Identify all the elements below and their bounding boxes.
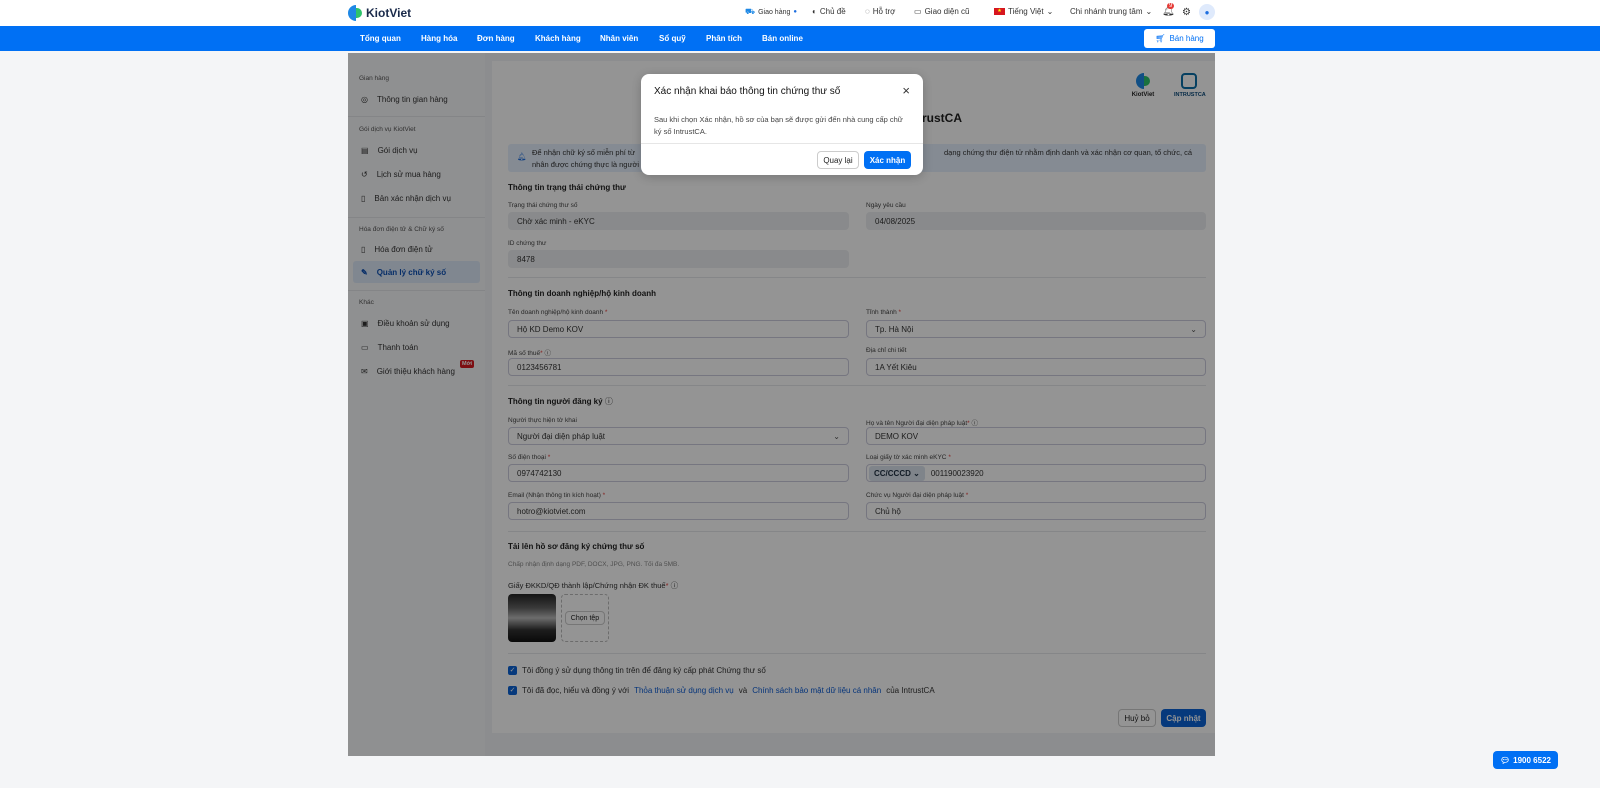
kiotviet-logo[interactable]: KiotViet [348, 5, 411, 21]
cart-icon: 🛒︎ [1155, 34, 1166, 43]
sell-button[interactable]: 🛒︎ Bán hàng [1144, 29, 1215, 48]
user-icon: ● [1204, 7, 1210, 17]
chat-bubble-icon: 💬︎ [1500, 755, 1511, 765]
nav-so-quy[interactable]: Sổ quỹ [659, 34, 686, 43]
kiotviet-logo-icon [348, 5, 362, 21]
nav-hang-hoa[interactable]: Hàng hóa [421, 34, 457, 43]
settings-button[interactable]: ⚙ [1182, 7, 1191, 18]
nav-khach-hang[interactable]: Khách hàng [535, 34, 581, 43]
nav-tong-quan[interactable]: Tổng quan [360, 34, 401, 43]
main-nav: Tổng quan Hàng hóa Đơn hàng Khách hàng N… [0, 26, 1600, 51]
support-link[interactable]: ◌ Hỗ trợ [865, 7, 895, 16]
language-select[interactable]: ★ Tiếng Việt ⌄ [994, 7, 1053, 16]
notification-button[interactable]: 🔔︎ 9 [1162, 3, 1175, 17]
theme-link[interactable]: ◐ Chủ đề [812, 7, 846, 16]
chevron-down-icon: ⌄ [1145, 7, 1153, 16]
avatar[interactable]: ● [1199, 4, 1215, 20]
shipping-link[interactable]: ⛟ Giao hàng ● [745, 7, 797, 17]
confirm-modal: Xác nhận khai báo thông tin chứng thư số… [641, 74, 923, 175]
truck-icon: ⛟ [745, 7, 756, 16]
vn-flag-icon: ★ [994, 8, 1005, 15]
nav-ban-online[interactable]: Bán online [762, 34, 803, 43]
confirm-button[interactable]: Xác nhận [864, 151, 911, 169]
palette-icon: ◐ [812, 7, 817, 16]
old-ui-link[interactable]: ▭ Giao diện cũ [914, 7, 969, 16]
branch-select[interactable]: Chi nhánh trung tâm ⌄ [1070, 7, 1152, 16]
chat-icon: ◌ [865, 7, 870, 16]
nav-nhan-vien[interactable]: Nhân viên [600, 34, 638, 43]
top-bar: KiotViet ⛟ Giao hàng ● ◐ Chủ đề ◌ Hỗ trợ ▭ Gi… [0, 0, 1600, 26]
gear-icon: ⚙ [1182, 7, 1191, 18]
modal-body: Sau khi chọn Xác nhận, hồ sơ của bạn sẽ … [654, 115, 903, 136]
nav-don-hang[interactable]: Đơn hàng [477, 34, 515, 43]
nav-phan-tich[interactable]: Phân tích [706, 34, 742, 43]
chevron-down-icon: ⌄ [1046, 7, 1054, 16]
hotline-button[interactable]: 💬︎ 1900 6522 [1493, 751, 1558, 769]
close-icon[interactable]: × [902, 83, 910, 98]
back-button[interactable]: Quay lại [817, 151, 859, 169]
monitor-icon: ▭ [914, 7, 922, 16]
modal-title: Xác nhận khai báo thông tin chứng thư số [654, 86, 841, 97]
